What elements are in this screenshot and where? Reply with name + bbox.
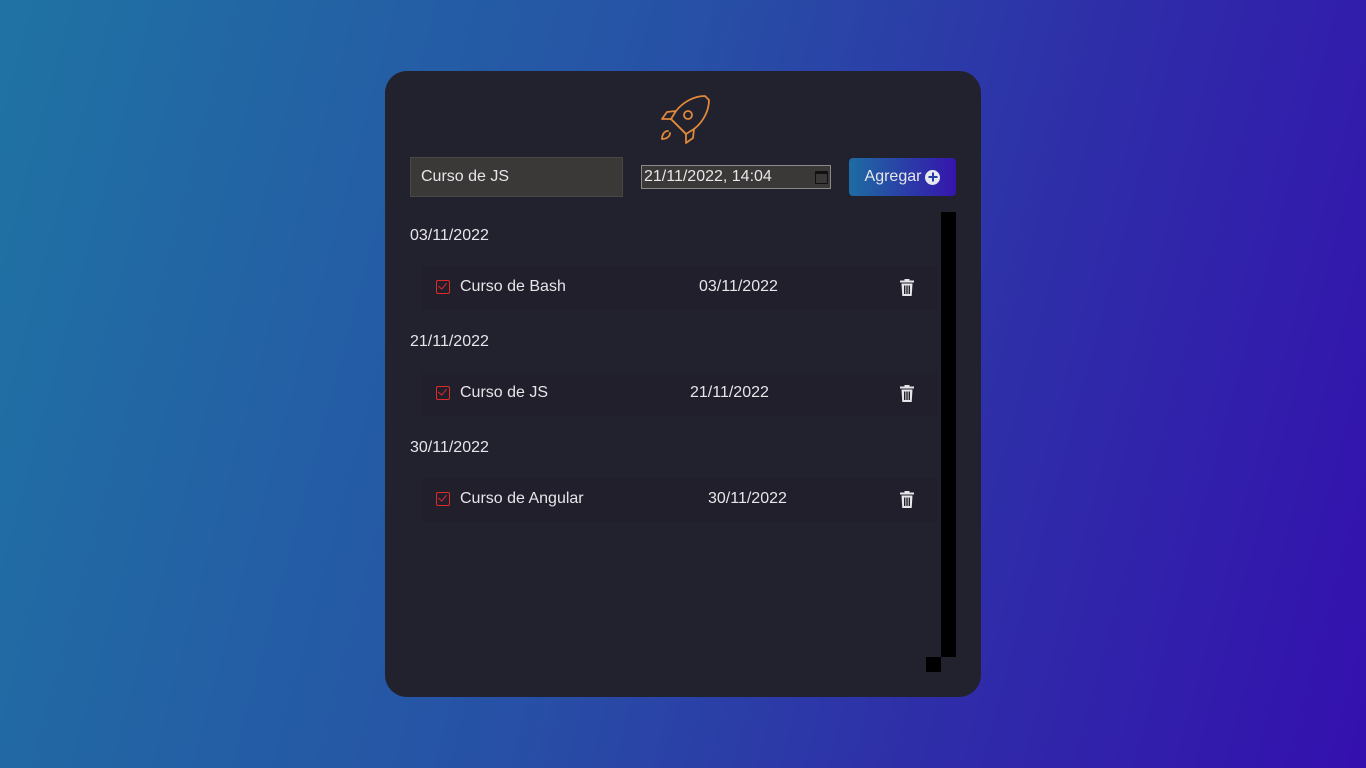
rocket-icon — [661, 95, 710, 144]
trash-icon[interactable] — [900, 279, 914, 296]
task-date: 21/11/2022 — [690, 384, 769, 401]
group-date-header: 30/11/2022 — [410, 439, 489, 456]
task-row: Curso de Angular 30/11/2022 — [422, 478, 938, 522]
trash-icon[interactable] — [900, 385, 914, 402]
task-list: 03/11/2022 Curso de Bash 03/11/2022 21/1… — [410, 212, 956, 672]
task-date: 03/11/2022 — [699, 278, 778, 295]
check-square-icon[interactable] — [436, 492, 450, 506]
plus-circle-icon — [925, 169, 941, 185]
task-row: Curso de Bash 03/11/2022 — [422, 266, 938, 310]
calendar-icon[interactable] — [815, 170, 828, 184]
trash-icon[interactable] — [900, 491, 914, 508]
vertical-scrollbar[interactable] — [941, 212, 956, 657]
add-button-label: Agregar — [864, 168, 922, 185]
task-row: Curso de JS 21/11/2022 — [422, 372, 938, 416]
task-date: 30/11/2022 — [708, 490, 787, 507]
task-name: Curso de Bash — [460, 278, 566, 295]
group-date-header: 21/11/2022 — [410, 333, 489, 350]
task-name: Curso de JS — [460, 384, 549, 401]
scrollbar-corner — [926, 657, 941, 672]
date-time-value: 21/11/2022, 14:04 — [644, 168, 772, 185]
date-time-input[interactable]: 21/11/2022, 14:04 — [641, 165, 831, 189]
check-square-icon[interactable] — [436, 280, 450, 294]
add-task-button[interactable]: Agregar — [849, 158, 956, 196]
todo-card: 21/11/2022, 14:04 Agregar 03/11/2022 Cur… — [385, 71, 981, 697]
check-square-icon[interactable] — [436, 386, 450, 400]
task-name: Curso de Angular — [460, 490, 584, 507]
task-name-input[interactable] — [410, 157, 623, 197]
group-date-header: 03/11/2022 — [410, 227, 489, 244]
